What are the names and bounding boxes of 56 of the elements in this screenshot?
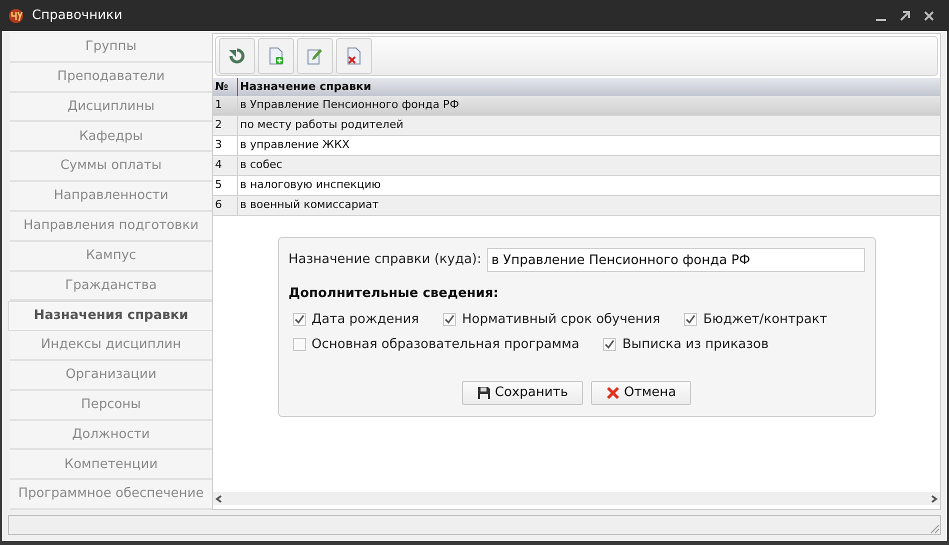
toolbar-button[interactable] — [297, 38, 333, 74]
table-cell-text: в Управление Пенсионного фонда РФ — [239, 97, 460, 114]
checkbox-box[interactable] — [684, 312, 698, 326]
document-edit-icon — [307, 47, 323, 65]
table-row[interactable]: 3 в управление ЖКХ — [213, 136, 940, 156]
checkbox[interactable]: Дата рождения — [292, 310, 419, 329]
table-row[interactable]: 1 в Управление Пенсионного фонда РФ — [213, 96, 940, 116]
section-title: Дополнительные сведения: — [288, 285, 500, 303]
app-logo-icon — [8, 8, 24, 24]
toolbar-button[interactable] — [336, 38, 372, 74]
horizontal-scrollbar[interactable] — [213, 492, 940, 505]
close-icon[interactable] — [923, 10, 935, 22]
table-row[interactable]: 2 по месту работы родителей — [213, 116, 940, 136]
form-button[interactable]: Отмена — [591, 380, 692, 404]
toolbar-button[interactable] — [219, 38, 255, 74]
checkmark-icon — [685, 314, 696, 325]
table-cell: 3 — [213, 136, 238, 155]
checkmark-icon — [444, 314, 455, 325]
scroll-right-icon[interactable] — [930, 494, 938, 502]
checkbox-box[interactable] — [292, 312, 306, 326]
table-cell: 2 — [213, 116, 238, 135]
checkbox[interactable]: Выписка из приказов — [603, 335, 769, 354]
table-cell: 1 — [213, 96, 238, 115]
window-title: Справочники — [32, 6, 122, 25]
checkbox-box[interactable] — [442, 312, 456, 326]
checkmark-icon — [604, 339, 616, 350]
table-row[interactable]: 6 в военный комиссариат — [213, 196, 940, 216]
checkbox-box[interactable] — [292, 338, 306, 352]
checkbox-box[interactable] — [603, 338, 616, 352]
table-row[interactable]: 5 в налоговую инспекцию — [213, 176, 940, 196]
input-field[interactable]: в Управление Пенсионного фонда РФ — [487, 248, 864, 272]
document-delete-icon — [346, 47, 362, 65]
table-row[interactable]: 4 в собес — [213, 156, 940, 176]
checkbox[interactable]: Нормативный срок обучения — [442, 310, 660, 329]
table-cell: 6 — [213, 196, 238, 215]
table-cell-text: в собес — [239, 157, 284, 174]
close-icon — [606, 386, 620, 400]
resize-grip-icon[interactable] — [928, 522, 940, 534]
table-cell-text: в военный комиссариат — [239, 197, 380, 214]
table-cell: 5 — [213, 176, 238, 195]
field-label: Назначение справки (куда): — [288, 251, 482, 270]
column-header[interactable]: Назначение справки — [238, 78, 940, 96]
table-cell-text: в налоговую инспекцию — [239, 177, 382, 194]
table-cell-text: в управление ЖКХ — [239, 137, 350, 154]
refresh-icon — [228, 47, 246, 65]
sidebar-item[interactable]: Назначения справки — [8, 301, 214, 332]
table-cell-text: по месту работы родителей — [239, 117, 404, 134]
form-button[interactable]: Сохранить — [462, 380, 584, 404]
checkbox[interactable]: Основная образовательная программа — [292, 335, 580, 354]
table-cell: 4 — [213, 156, 238, 175]
scroll-left-icon[interactable] — [215, 494, 223, 502]
document-add-icon — [268, 47, 284, 65]
toolbar-button[interactable] — [258, 38, 294, 74]
checkmark-icon — [294, 314, 304, 325]
maximize-icon[interactable] — [899, 10, 911, 22]
checkbox[interactable]: Бюджет/контракт — [684, 310, 828, 329]
